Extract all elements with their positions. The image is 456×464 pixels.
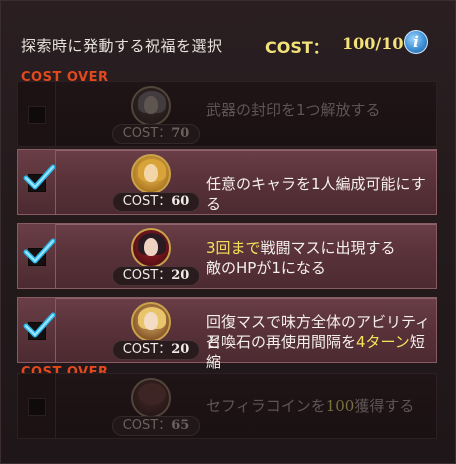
blessing-row-enemy-hp-one[interactable]: COST：20 3回まで戦闘マスに出現する 敵のHPが1になる	[17, 223, 437, 289]
highlight-text: 100	[325, 397, 355, 415]
checkbox-cell[interactable]	[17, 149, 57, 215]
cost-badge: COST：60	[112, 192, 200, 212]
blessing-description-line2: 敵のHPが1になる	[206, 259, 326, 277]
checkmark-icon	[23, 238, 56, 264]
info-icon[interactable]: i	[404, 30, 428, 54]
checkbox	[28, 398, 46, 416]
checkbox-cell	[17, 81, 57, 147]
blessing-description-line2: 召喚石の再使用間隔を4ターン短縮	[206, 333, 425, 371]
blessing-row-sephira-coin: COST：65 セフィラコインを100獲得する	[17, 373, 437, 439]
total-cost-label: COST：	[265, 38, 329, 57]
blessing-panel[interactable]: COST：60 任意のキャラを1人編成可能にする	[55, 149, 437, 215]
blessing-panel[interactable]: COST：20 回復マスで味方全体のアビリティと 召喚石の再使用間隔を4ターン短…	[55, 297, 437, 371]
cost-badge: COST：65	[112, 416, 200, 436]
blessing-description-line1: 3回まで戦闘マスに出現する	[206, 239, 396, 257]
checkbox	[28, 106, 46, 124]
blonde-character-portrait-icon	[131, 302, 171, 342]
cost-badge: COST：70	[112, 124, 200, 144]
blessing-row-add-character[interactable]: COST：60 任意のキャラを1人編成可能にする	[17, 149, 437, 215]
checkbox-cell	[17, 373, 57, 439]
highlight-text: 4ターン	[356, 333, 410, 351]
red-emblem-icon	[131, 378, 171, 418]
dark-character-portrait-icon	[131, 228, 171, 268]
blessing-row-unseal-weapon: COST：70 武器の封印を1つ解放する	[17, 81, 437, 147]
golden-character-portrait-icon	[131, 154, 171, 194]
blessing-select-window: 探索時に発動する祝福を選択 COST： 100/100 i COST OVER …	[0, 0, 456, 464]
checkbox-cell[interactable]	[17, 297, 57, 363]
window-title: 探索時に発動する祝福を選択	[21, 37, 223, 55]
blessing-description: 任意のキャラを1人編成可能にする	[206, 175, 426, 213]
blessing-panel[interactable]: COST：20 3回まで戦闘マスに出現する 敵のHPが1になる	[55, 223, 437, 289]
highlight-text: 3回まで	[206, 239, 261, 257]
blessing-panel: COST：70 武器の封印を1つ解放する	[55, 81, 437, 147]
blessing-panel: COST：65 セフィラコインを100獲得する	[55, 373, 437, 439]
character-portrait-icon	[131, 86, 171, 126]
blessing-description: セフィラコインを100獲得する	[206, 397, 415, 415]
checkmark-icon	[23, 164, 56, 190]
header: 探索時に発動する祝福を選択 COST： 100/100 i	[1, 1, 456, 65]
blessing-row-cooldown-reduce[interactable]: COST：20 回復マスで味方全体のアビリティと 召喚石の再使用間隔を4ターン短…	[17, 297, 437, 371]
blessing-description: 武器の封印を1つ解放する	[206, 101, 381, 119]
checkbox-cell[interactable]	[17, 223, 57, 289]
cost-badge: COST：20	[112, 340, 200, 360]
checkmark-icon	[23, 312, 56, 338]
cost-badge: COST：20	[112, 266, 200, 286]
